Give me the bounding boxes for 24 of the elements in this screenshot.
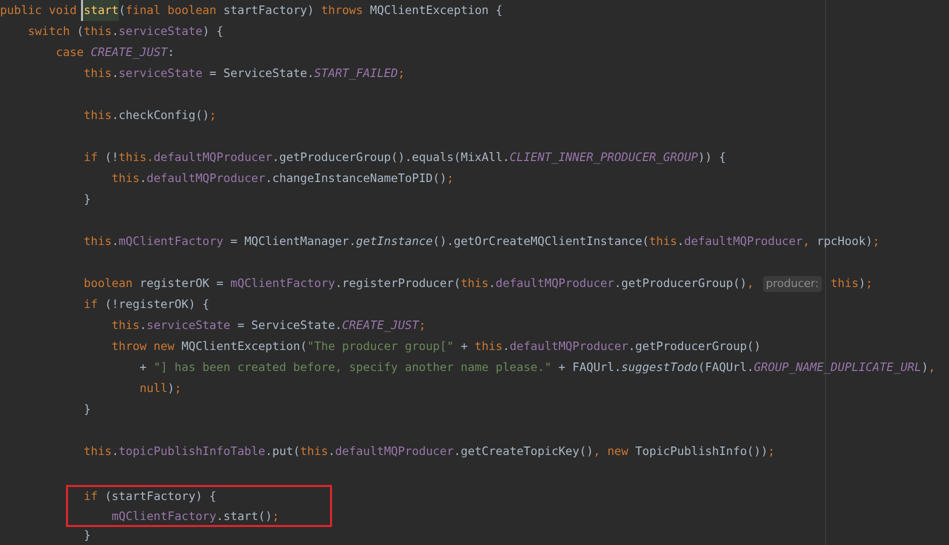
- code-line: boolean registerOK = mQClientFactory.registerProducer(this.defaultMQProducer.getProducerGroup(),: [82, 275, 755, 292]
- code-line: public void: [0, 2, 78, 19]
- code-line: this.topicPublishInfoTable.put(this.defaultMQProducer.getCreateTopicKey(), new TopicPublishInfo());: [82, 443, 775, 460]
- code-line: }: [82, 191, 91, 208]
- code-line: mQClientFactory.start();: [110, 508, 280, 525]
- code-line: (final boolean startFactory) throws MQClientException {: [118, 2, 503, 19]
- code-line: }: [82, 401, 91, 418]
- code-line: case CREATE_JUST:: [54, 44, 175, 61]
- code-line: if (!registerOK) {: [82, 296, 210, 313]
- code-line: this.mQClientFactory = MQClientManager.getInstance().getOrCreateMQClientInstance(this.defaultMQProducer, rpcHook);: [82, 233, 880, 250]
- code-line: this.serviceState = ServiceState.CREATE_JUST;: [110, 317, 426, 334]
- code-line: if (!this.defaultMQProducer.getProducerGroup().equals(MixAll.CLIENT_INNER_PRODUCER_GROUP)) {: [82, 149, 726, 166]
- code-line: throw new MQClientException("The producer group[" + this.defaultMQProducer.getProducerGroup(): [110, 338, 761, 355]
- code-line: + "] has been created before, specify another name please." + FAQUrl.suggestTodo(FAQUrl.GROUP_NAME_DUPLICATE_URL),: [138, 359, 936, 376]
- code-line: }: [82, 527, 91, 544]
- code-line: this);: [830, 275, 873, 292]
- code-line: switch (this.serviceState) {: [26, 23, 224, 40]
- code-line: if (startFactory) {: [82, 488, 216, 505]
- code-line: null);: [138, 380, 182, 397]
- code-line: this.serviceState = ServiceState.START_FAILED;: [82, 65, 405, 82]
- parameter-hint: producer:: [762, 276, 822, 292]
- highlighted-word: start: [80, 0, 119, 21]
- code-line: this.defaultMQProducer.changeInstanceNameToPID();: [110, 170, 454, 187]
- code-line: this.checkConfig();: [82, 107, 216, 124]
